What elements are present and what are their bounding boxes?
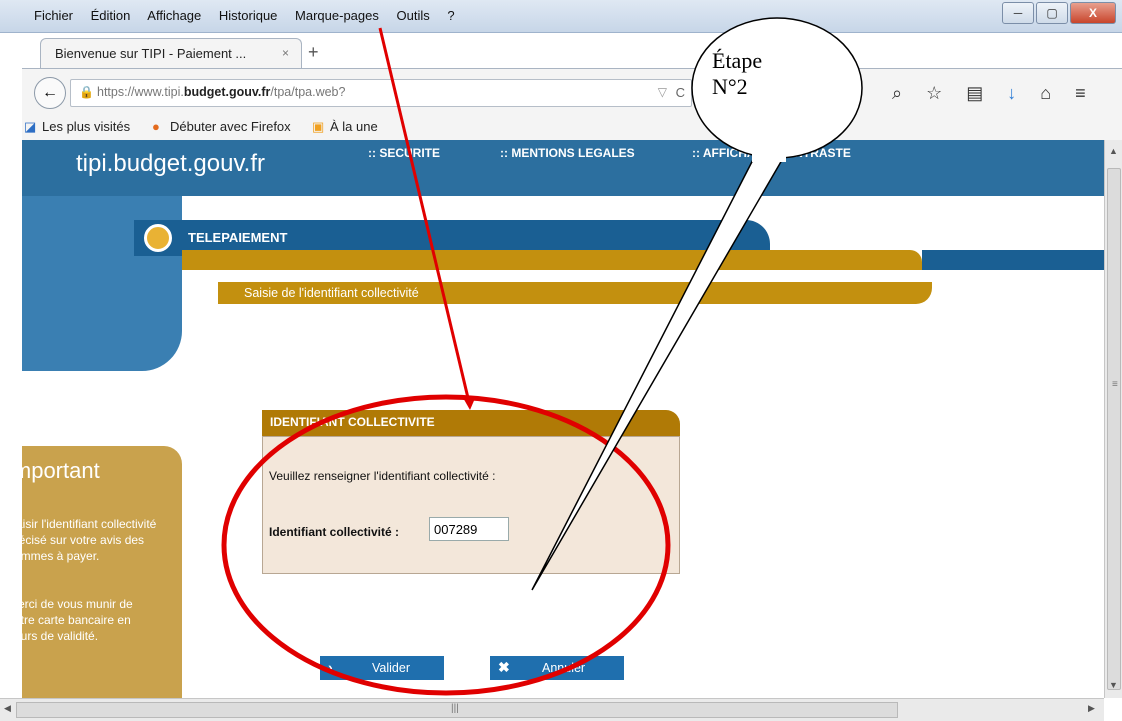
- vertical-scrollbar[interactable]: ▲ ≡ ▼: [1104, 140, 1122, 698]
- scroll-thumb[interactable]: ≡: [1107, 168, 1121, 690]
- link-affichage-contraste[interactable]: :: AFFICHAGE CONTRASTE: [692, 146, 851, 160]
- right-band: [922, 250, 1104, 270]
- browser-tab[interactable]: Bienvenue sur TIPI - Paiement ... ×: [40, 38, 302, 69]
- back-button[interactable]: ←: [34, 77, 66, 109]
- important-text-2: Merci de vous munir de votre carte banca…: [22, 597, 133, 643]
- important-text-1: Saisir l'identifiant collectivité précis…: [22, 517, 157, 563]
- menu-outils[interactable]: Outils: [397, 8, 430, 23]
- identifier-panel: Veuillez renseigner l'identifiant collec…: [262, 436, 680, 574]
- band-gap: [182, 270, 1104, 282]
- download-icon[interactable]: ↓: [1007, 83, 1016, 104]
- new-tab-button[interactable]: +: [308, 42, 319, 63]
- bookmarks-bar: ◪ Les plus visités ● Débuter avec Firefo…: [22, 114, 1122, 141]
- reading-list-icon[interactable]: ▤: [966, 83, 983, 104]
- h-grip-icon: |||: [451, 703, 459, 714]
- rss-icon: ▣: [312, 119, 325, 134]
- minimize-button[interactable]: ─: [1002, 2, 1034, 24]
- close-window-button[interactable]: X: [1070, 2, 1116, 24]
- link-mentions-legales[interactable]: :: MENTIONS LEGALES: [500, 146, 635, 160]
- menu-edition[interactable]: Édition: [91, 8, 131, 23]
- scroll-left-icon[interactable]: ◀: [4, 703, 11, 714]
- step-bar: Saisie de l'identifiant collectivité: [218, 282, 932, 304]
- bookmark-star-icon[interactable]: ☆: [926, 83, 942, 104]
- menu-help[interactable]: ?: [447, 8, 454, 23]
- url-dropdown-icon[interactable]: ▽: [658, 85, 667, 99]
- callout-line-1: Étape: [712, 48, 763, 73]
- site-name: tipi.budget.gouv.fr: [76, 150, 266, 177]
- cancel-label: Annuler: [542, 661, 586, 675]
- lock-icon: 🔒: [79, 85, 94, 99]
- menu-historique[interactable]: Historique: [219, 8, 278, 23]
- url-bar[interactable]: 🔒 https://www.tipi.budget.gouv.fr/tpa/tp…: [70, 79, 692, 107]
- most-visited-icon: ◪: [24, 119, 37, 134]
- important-title: important: [22, 458, 100, 483]
- navigation-bar: ← 🔒 https://www.tipi.budget.gouv.fr/tpa/…: [22, 68, 1122, 115]
- scroll-right-icon[interactable]: ▶: [1088, 703, 1095, 714]
- reload-icon[interactable]: C: [676, 85, 685, 100]
- gold-band: [182, 250, 922, 270]
- panel-header: IDENTIFIANT COLLECTIVITE: [262, 410, 680, 436]
- validate-label: Valider: [372, 661, 410, 675]
- panel-title: IDENTIFIANT COLLECTIVITE: [270, 415, 435, 429]
- identifier-input[interactable]: [429, 517, 509, 541]
- search-icon[interactable]: ⌕: [892, 83, 902, 104]
- arrow-right-icon: ›: [328, 659, 333, 675]
- validate-button[interactable]: › Valider: [320, 656, 444, 680]
- horizontal-scrollbar[interactable]: ◀ ||| ▶: [0, 698, 1104, 721]
- important-box: important Saisir l'identifiant collectiv…: [22, 446, 182, 698]
- menu-icon[interactable]: ≡: [1075, 83, 1086, 104]
- site-header: tipi.budget.gouv.fr :: SECURITE :: MENTI…: [22, 140, 1104, 196]
- panel-prompt: Veuillez renseigner l'identifiant collec…: [269, 469, 496, 483]
- ring-icon: [144, 224, 172, 252]
- h-scroll-thumb[interactable]: |||: [16, 702, 898, 718]
- identifier-label: Identifiant collectivité :: [269, 525, 400, 539]
- maximize-button[interactable]: ▢: [1036, 2, 1068, 24]
- close-tab-icon[interactable]: ×: [282, 46, 289, 60]
- bookmark-firefox[interactable]: Débuter avec Firefox: [170, 119, 291, 134]
- menu-fichier[interactable]: Fichier: [34, 8, 73, 23]
- grip-icon: ≡: [1112, 379, 1118, 390]
- title-bar: Fichier Édition Affichage Historique Mar…: [0, 0, 1122, 33]
- tab-title: Bienvenue sur TIPI - Paiement ...: [55, 46, 247, 61]
- cancel-button[interactable]: ✖ Annuler: [490, 656, 624, 680]
- bookmark-a-la-une[interactable]: À la une: [330, 119, 378, 134]
- link-securite[interactable]: :: SECURITE: [368, 146, 440, 160]
- home-icon[interactable]: ⌂: [1040, 83, 1051, 104]
- step-title: Saisie de l'identifiant collectivité: [244, 286, 419, 300]
- bookmark-most-visited[interactable]: Les plus visités: [42, 119, 130, 134]
- callout-line-2: N°2: [712, 74, 748, 99]
- scroll-down-icon[interactable]: ▼: [1109, 680, 1118, 690]
- section-title: TELEPAIEMENT: [188, 230, 288, 245]
- cross-icon: ✖: [498, 659, 510, 675]
- toolbar-icons: ⌕ ☆ ▤ ↓ ⌂ ≡: [892, 83, 1086, 104]
- window-controls: ─ ▢ X: [1002, 2, 1116, 24]
- callout-text: Étape N°2: [712, 48, 762, 100]
- page-content: tipi.budget.gouv.fr :: SECURITE :: MENTI…: [22, 140, 1104, 698]
- firefox-icon: ●: [152, 119, 160, 134]
- menu-affichage[interactable]: Affichage: [147, 8, 201, 23]
- menu-marque-pages[interactable]: Marque-pages: [295, 8, 379, 23]
- menu-bar: Fichier Édition Affichage Historique Mar…: [34, 8, 469, 23]
- scroll-up-icon[interactable]: ▲: [1109, 146, 1118, 156]
- url-text: https://www.tipi.budget.gouv.fr/tpa/tpa.…: [97, 85, 346, 99]
